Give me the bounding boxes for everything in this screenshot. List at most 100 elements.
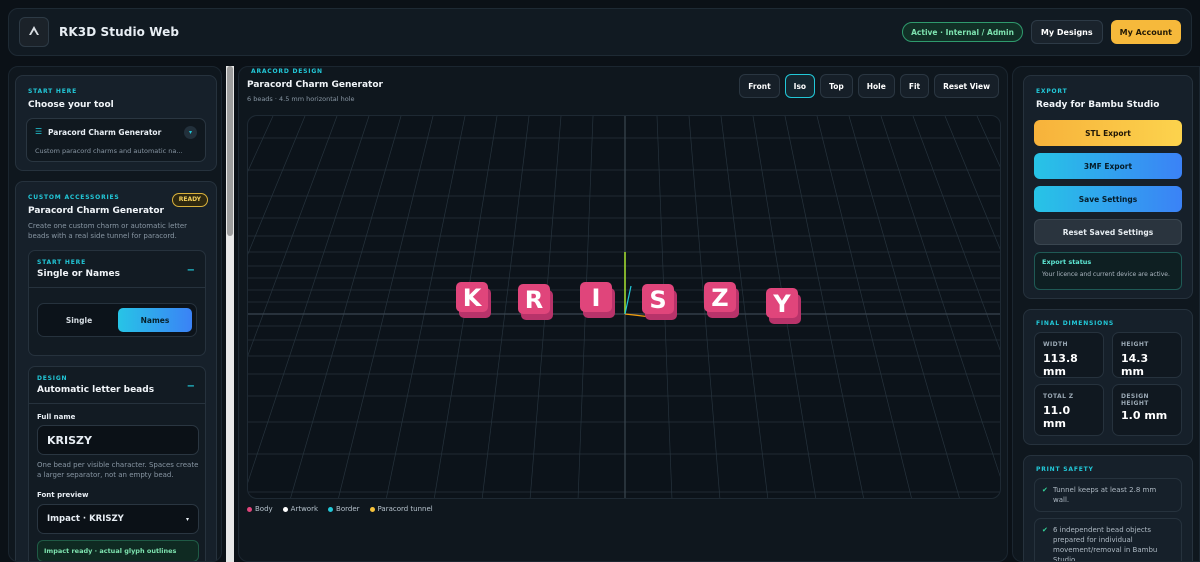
tool-select-value: Paracord Charm Generator [48, 128, 162, 137]
total-z-stat: TOTAL Z 11.0 mm [1034, 384, 1104, 436]
safety-item: ✔ 6 independent bead objects prepared fo… [1034, 518, 1182, 562]
chevron-down-icon: ▾ [185, 515, 189, 523]
design-height-value: 1.0 mm [1121, 409, 1168, 422]
tool-kicker: START HERE [28, 88, 77, 95]
legend-body: Body [247, 505, 273, 513]
print-safety-kicker: PRINT SAFETY [1036, 466, 1094, 473]
legend-label: Paracord tunnel [377, 505, 433, 513]
font-status: Impact ready · actual glyph outlines [37, 540, 199, 561]
left-scrollbar[interactable] [226, 66, 234, 562]
height-stat: HEIGHT 14.3 mm [1112, 332, 1182, 378]
font-select[interactable]: Impact · KRISZY ▾ [37, 504, 199, 534]
view-iso-button[interactable]: Iso [784, 74, 816, 98]
preview-title: Paracord Charm Generator [247, 80, 383, 90]
dimensions-card: FINAL DIMENSIONS WIDTH 113.8 mm HEIGHT 1… [1023, 309, 1193, 445]
export-status-title: Export status [1042, 258, 1092, 266]
view-toolbar: Front Iso Top Hole Fit Reset View [739, 74, 999, 98]
total-z-value: 11.0 mm [1043, 404, 1071, 430]
accessories-desc: Create one custom charm or automatic let… [28, 222, 188, 240]
export-status-text: Your licence and current device are acti… [1042, 271, 1170, 278]
full-name-label: Full name [37, 413, 76, 421]
3d-viewport[interactable]: KRISZY [247, 115, 1001, 499]
right-panel: EXPORT Ready for Bambu Studio STL Export… [1012, 66, 1200, 562]
viewport-canvas[interactable]: KRISZY [248, 116, 1001, 499]
collapse-icon[interactable]: − [187, 265, 195, 276]
3mf-export-button[interactable]: 3MF Export [1034, 153, 1182, 179]
legend-border: Border [328, 505, 360, 513]
letter-bead[interactable]: Y [766, 288, 801, 324]
dimensions-kicker: FINAL DIMENSIONS [1036, 320, 1115, 327]
letter-bead[interactable]: S [642, 284, 677, 320]
design-section: DESIGN Automatic letter beads − Full nam… [28, 366, 206, 561]
tool-title: Choose your tool [28, 100, 114, 110]
bead-letter: R [525, 286, 543, 314]
app-title: RK3D Studio Web [59, 25, 180, 39]
tool-select-desc: Custom paracord charms and automatic na.… [35, 147, 183, 155]
accessories-card: CUSTOM ACCESSORIES Paracord Charm Genera… [15, 181, 217, 561]
view-hole-button[interactable]: Hole [857, 74, 895, 98]
letter-bead[interactable]: I [580, 282, 615, 318]
legend-dot [328, 506, 334, 512]
total-z-label: TOTAL Z [1043, 393, 1074, 400]
mode-toggle: Single Names [37, 303, 197, 337]
safety-item-text: Tunnel keeps at least 2.8 mm wall. [1053, 486, 1157, 504]
bead-letter: Z [711, 284, 728, 312]
export-title: Ready for Bambu Studio [1036, 100, 1160, 110]
my-designs-button[interactable]: My Designs [1030, 20, 1103, 44]
licence-status-badge: Active · Internal / Admin [902, 22, 1023, 42]
export-status-box: Export status Your licence and current d… [1034, 252, 1182, 290]
export-kicker: EXPORT [1036, 88, 1068, 95]
legend-artwork: Artwork [282, 505, 319, 513]
legend-label: Border [336, 505, 360, 513]
reset-settings-button[interactable]: Reset Saved Settings [1034, 219, 1182, 245]
bead-letter: I [592, 284, 601, 312]
accessories-kicker: CUSTOM ACCESSORIES [28, 194, 120, 201]
view-fit-button[interactable]: Fit [899, 74, 930, 98]
chevron-down-icon[interactable]: ▾ [184, 126, 197, 139]
mode-names-button[interactable]: Names [118, 308, 192, 332]
tool-select[interactable]: ☰ Paracord Charm Generator ▾ Custom para… [26, 118, 206, 162]
font-preview-label: Font preview [37, 491, 89, 499]
accessories-title: Paracord Charm Generator [28, 206, 164, 216]
stl-export-button[interactable]: STL Export [1034, 120, 1182, 146]
print-safety-card: PRINT SAFETY ✔ Tunnel keeps at least 2.8… [1023, 455, 1193, 562]
view-top-button[interactable]: Top [820, 74, 853, 98]
full-name-help: One bead per visible character. Spaces c… [37, 461, 199, 479]
design-kicker: DESIGN [37, 375, 68, 382]
safety-item-text: 6 independent bead objects prepared for … [1053, 526, 1158, 562]
reset-view-button[interactable]: Reset View [934, 74, 999, 98]
mode-title: Single or Names [37, 269, 120, 279]
bead-letter: Y [772, 290, 791, 318]
preview-panel: ARACORD DESIGN Paracord Charm Generator … [238, 66, 1008, 562]
check-icon: ✔ [1042, 526, 1048, 534]
logo-icon [29, 26, 39, 35]
mode-section: START HERE Single or Names − Single Name… [28, 250, 206, 356]
width-value: 113.8 mm [1043, 352, 1078, 378]
legend-dot [282, 506, 288, 512]
legend-label: Artwork [290, 505, 319, 513]
full-name-input[interactable]: KRISZY [37, 425, 199, 455]
app-logo[interactable] [19, 17, 49, 47]
mode-kicker: START HERE [37, 259, 86, 266]
preview-subtitle: 6 beads · 4.5 mm horizontal hole [247, 95, 355, 103]
letter-bead[interactable]: Z [704, 282, 739, 318]
save-settings-button[interactable]: Save Settings [1034, 186, 1182, 212]
scrollbar-thumb[interactable] [227, 66, 233, 236]
design-title: Automatic letter beads [37, 385, 155, 395]
check-icon: ✔ [1042, 486, 1048, 494]
safety-item: ✔ Tunnel keeps at least 2.8 mm wall. [1034, 478, 1182, 512]
height-label: HEIGHT [1121, 341, 1149, 348]
legend-tunnel: Paracord tunnel [369, 505, 433, 513]
my-account-button[interactable]: My Account [1110, 20, 1181, 44]
export-card: EXPORT Ready for Bambu Studio STL Export… [1023, 75, 1193, 299]
legend-dot [369, 506, 375, 512]
top-bar: RK3D Studio Web Active · Internal / Admi… [8, 8, 1192, 56]
collapse-icon[interactable]: − [187, 381, 195, 392]
width-label: WIDTH [1043, 341, 1068, 348]
viewport-legend: Body Artwork Border Paracord tunnel [247, 505, 433, 513]
letter-bead[interactable]: R [518, 284, 553, 320]
view-front-button[interactable]: Front [739, 74, 780, 98]
divider [29, 403, 205, 404]
mode-single-button[interactable]: Single [42, 308, 116, 332]
letter-bead[interactable]: K [456, 282, 491, 318]
